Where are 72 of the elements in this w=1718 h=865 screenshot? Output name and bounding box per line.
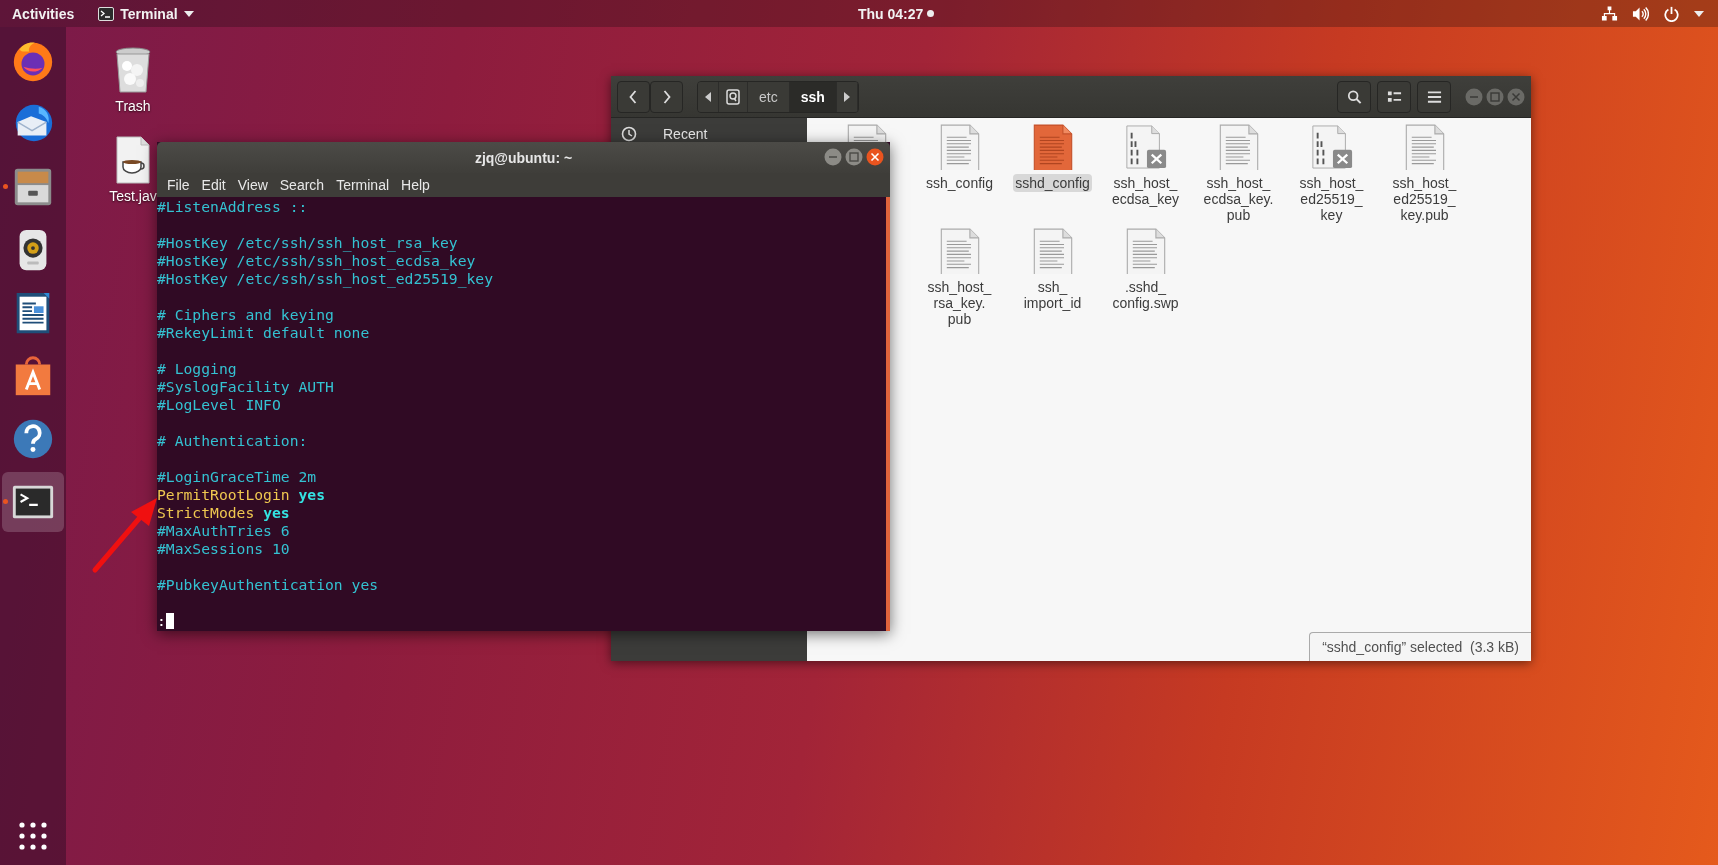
menu-item[interactable]: Terminal	[330, 177, 396, 193]
caret-icon[interactable]	[1694, 10, 1704, 17]
view-options-button[interactable]	[1377, 80, 1411, 113]
dock-item[interactable]	[2, 472, 64, 532]
volume-icon[interactable]	[1632, 5, 1649, 22]
clock-icon	[621, 126, 637, 142]
list-icon	[1386, 89, 1402, 104]
file-name[interactable]: ssh_ import_id	[1008, 278, 1097, 312]
caret-icon	[183, 10, 194, 17]
desktop-icon-label: Test.jav	[109, 188, 157, 204]
drive-icon	[726, 88, 740, 105]
binary-file-icon[interactable]	[1309, 124, 1354, 170]
selection-status: “sshd_config” selected (3.3 kB)	[1309, 632, 1531, 661]
text-cursor	[165, 613, 174, 629]
config-line: #PubkeyAuthentication yes	[157, 576, 379, 593]
window-title: zjq@ubuntu: ~	[474, 149, 573, 166]
config-line: #RekeyLimit default none	[157, 324, 370, 341]
back-button[interactable]	[617, 80, 650, 113]
network-icon[interactable]	[1601, 5, 1618, 22]
config-line: #HostKey /etc/ssh/ssh_host_rsa_key	[157, 234, 458, 251]
menu-icon	[1426, 89, 1442, 104]
path-scroll-left-button[interactable]	[698, 81, 719, 112]
file-name[interactable]: sshd_config	[1013, 174, 1092, 192]
file-name[interactable]: ssh_host_ ecdsa_key. pub	[1194, 174, 1283, 224]
menu-item[interactable]: View	[231, 177, 274, 193]
clock[interactable]: Thu 04:27	[858, 5, 924, 22]
file-name[interactable]: ssh_host_ rsa_key. pub	[915, 278, 1004, 328]
desktop-icon-label: Trash	[115, 98, 151, 114]
config-line: # Logging	[157, 360, 237, 377]
file-name[interactable]: ssh_config	[915, 174, 1004, 192]
forward-button[interactable]	[650, 80, 683, 113]
power-icon[interactable]	[1663, 5, 1680, 22]
config-line: #HostKey /etc/ssh/ssh_host_ed25519_key	[157, 270, 494, 287]
path-segment[interactable]: etc	[748, 81, 790, 112]
file-name[interactable]: ssh_host_ ed25519_ key	[1287, 174, 1376, 224]
sidebar-item[interactable]: Recent	[655, 127, 708, 141]
app-grid-icon[interactable]	[18, 821, 48, 851]
binary-file-icon[interactable]	[1123, 124, 1168, 170]
config-line: #LoginGraceTime 2m	[157, 468, 317, 485]
activities-button[interactable]: Activities	[0, 5, 87, 22]
config-line: #SyslogFacility AUTH	[157, 378, 334, 395]
right-arrow-icon	[843, 91, 850, 102]
minimize-button[interactable]	[824, 148, 842, 166]
drive-button[interactable]	[719, 81, 748, 112]
search-button[interactable]	[1337, 80, 1371, 113]
config-line: #MaxSessions 10	[157, 540, 290, 557]
config-line: #MaxAuthTries 6	[157, 522, 290, 539]
config-line: StrictModes yes	[157, 504, 290, 521]
menu-item[interactable]: Help	[395, 177, 436, 193]
menu-item[interactable]: File	[161, 177, 196, 193]
cup-file-icon[interactable]	[113, 136, 153, 184]
search-icon	[1346, 89, 1362, 104]
app-menu[interactable]: Terminal	[86, 5, 206, 22]
config-line: #LogLevel INFO	[157, 396, 281, 413]
left-arrow-icon	[705, 91, 711, 102]
file-name[interactable]: ssh_host_ ecdsa_key	[1101, 174, 1190, 208]
menu-item[interactable]: Edit	[195, 177, 232, 193]
config-line: # Ciphers and keying	[157, 306, 334, 323]
file-name[interactable]: ssh_host_ ed25519_ key.pub	[1380, 174, 1469, 224]
close-button[interactable]	[866, 148, 884, 166]
path-scroll-right-button[interactable]	[836, 81, 858, 112]
path-segment[interactable]: ssh	[789, 81, 837, 112]
menu-item[interactable]: Search	[273, 177, 331, 193]
file-name[interactable]: .sshd_ config.swp	[1101, 278, 1190, 312]
menu-button[interactable]	[1417, 80, 1451, 113]
trash-icon[interactable]	[113, 46, 153, 94]
config-line: #HostKey /etc/ssh/ssh_host_ecdsa_key	[157, 252, 476, 269]
config-line: # Authentication:	[157, 432, 308, 449]
pager-prompt: :	[157, 612, 166, 629]
config-line: #ListenAddress ::	[157, 198, 308, 215]
terminal-icon	[98, 6, 115, 21]
config-line: PermitRootLogin yes	[157, 486, 325, 503]
